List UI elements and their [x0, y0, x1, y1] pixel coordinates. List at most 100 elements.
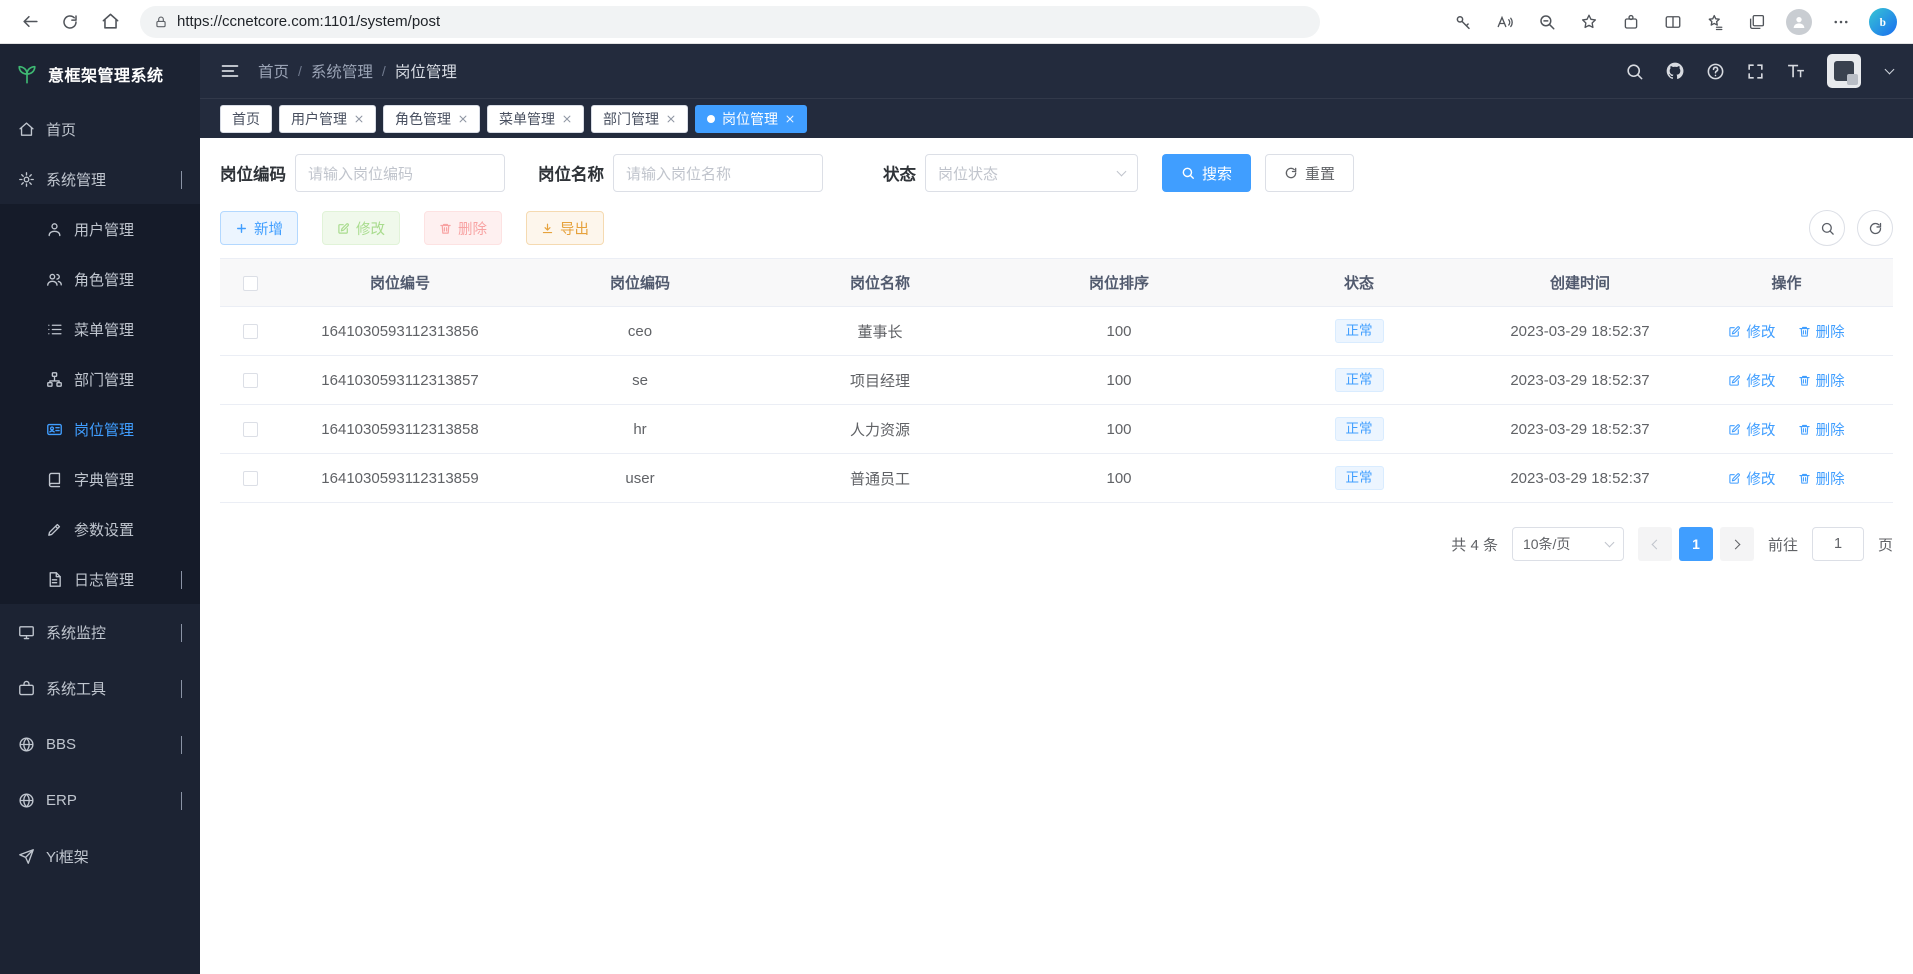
github-icon[interactable]: [1665, 61, 1685, 81]
sidebar-item-roles[interactable]: 角色管理: [0, 254, 200, 304]
search-icon[interactable]: [1625, 62, 1644, 81]
tab-home[interactable]: 首页: [220, 105, 272, 133]
app-title: 意框架管理系统: [48, 62, 164, 86]
row-delete-label: 删除: [1816, 370, 1845, 391]
export-button[interactable]: 导出: [526, 211, 604, 245]
page-size-select[interactable]: 10条/页: [1512, 527, 1624, 561]
book-icon: [46, 471, 63, 488]
sidebar-item-logs[interactable]: 日志管理: [0, 554, 200, 604]
post-name-label: 岗位名称: [538, 161, 604, 185]
row-delete-button[interactable]: 删除: [1798, 370, 1845, 391]
tab-close-icon[interactable]: [666, 114, 676, 124]
id-badge-icon: [46, 421, 63, 438]
column-post-sort: 岗位排序: [1000, 259, 1238, 307]
password-key-icon[interactable]: [1445, 5, 1481, 39]
address-bar[interactable]: https://ccnetcore.com:1101/system/post: [140, 6, 1320, 38]
browser-home-icon[interactable]: [92, 5, 128, 39]
table-row[interactable]: 1641030593112313859 user 普通员工 100 正常 202…: [220, 454, 1893, 503]
sidebar-item-menus[interactable]: 菜单管理: [0, 304, 200, 354]
tab-menus[interactable]: 菜单管理: [487, 105, 584, 133]
sidebar-item-monitor[interactable]: 系统监控: [0, 604, 200, 660]
sidebar-item-erp[interactable]: ERP: [0, 772, 200, 828]
row-checkbox[interactable]: [243, 324, 258, 339]
add-button[interactable]: 新增: [220, 211, 298, 245]
help-icon[interactable]: [1706, 62, 1725, 81]
breadcrumb-system[interactable]: 系统管理: [311, 60, 373, 82]
next-page-button[interactable]: [1720, 527, 1754, 561]
avatar-caret-icon[interactable]: [1885, 65, 1895, 75]
row-delete-label: 删除: [1816, 321, 1845, 342]
sidebar-label: 系统管理: [46, 169, 106, 190]
select-all-checkbox[interactable]: [243, 276, 258, 291]
page-button-1[interactable]: 1: [1679, 527, 1713, 561]
reset-button[interactable]: 重置: [1265, 154, 1354, 192]
row-checkbox[interactable]: [243, 373, 258, 388]
sidebar-item-depts[interactable]: 部门管理: [0, 354, 200, 404]
sidebar-item-system[interactable]: 系统管理: [0, 154, 200, 204]
row-delete-button[interactable]: 删除: [1798, 468, 1845, 489]
bing-copilot-icon[interactable]: b: [1865, 5, 1901, 39]
row-checkbox[interactable]: [243, 422, 258, 437]
edit-button[interactable]: 修改: [322, 211, 400, 245]
tab-close-icon[interactable]: [785, 114, 795, 124]
table-row[interactable]: 1641030593112313857 se 项目经理 100 正常 2023-…: [220, 356, 1893, 405]
table-row[interactable]: 1641030593112313858 hr 人力资源 100 正常 2023-…: [220, 405, 1893, 454]
row-edit-button[interactable]: 修改: [1728, 321, 1775, 342]
status-select[interactable]: 岗位状态: [925, 154, 1138, 192]
extensions-icon[interactable]: [1613, 5, 1649, 39]
sidebar-item-dicts[interactable]: 字典管理: [0, 454, 200, 504]
show-search-toggle-button[interactable]: [1809, 210, 1845, 246]
refresh-table-button[interactable]: [1857, 210, 1893, 246]
browser-refresh-icon[interactable]: [52, 5, 88, 39]
split-screen-icon[interactable]: [1655, 5, 1691, 39]
favorites-icon[interactable]: [1697, 5, 1733, 39]
tab-close-icon[interactable]: [562, 114, 572, 124]
goto-page-input[interactable]: [1812, 527, 1864, 561]
cell-post-code: user: [520, 454, 760, 503]
sidebar-item-home[interactable]: 首页: [0, 104, 200, 154]
prev-page-button[interactable]: [1638, 527, 1672, 561]
tab-depts[interactable]: 部门管理: [591, 105, 688, 133]
browser-back-icon[interactable]: [12, 5, 48, 39]
sidebar-item-bbs[interactable]: BBS: [0, 716, 200, 772]
search-button[interactable]: 搜索: [1162, 154, 1251, 192]
font-size-icon[interactable]: [1786, 61, 1806, 81]
breadcrumb-home[interactable]: 首页: [258, 60, 289, 82]
row-checkbox[interactable]: [243, 471, 258, 486]
sidebar-item-posts[interactable]: 岗位管理: [0, 404, 200, 454]
sidebar-item-params[interactable]: 参数设置: [0, 504, 200, 554]
row-edit-button[interactable]: 修改: [1728, 419, 1775, 440]
post-code-input[interactable]: 请输入岗位编码: [295, 154, 505, 192]
sidebar-item-users[interactable]: 用户管理: [0, 204, 200, 254]
tab-users[interactable]: 用户管理: [279, 105, 376, 133]
sidebar-item-tools[interactable]: 系统工具: [0, 660, 200, 716]
browser-settings-more-icon[interactable]: [1823, 5, 1859, 39]
tab-close-icon[interactable]: [354, 114, 364, 124]
table-row[interactable]: 1641030593112313856 ceo 董事长 100 正常 2023-…: [220, 307, 1893, 356]
status-badge: 正常: [1335, 417, 1384, 441]
tab-close-icon[interactable]: [458, 114, 468, 124]
browser-profile-avatar[interactable]: [1781, 5, 1817, 39]
collections-icon[interactable]: [1739, 5, 1775, 39]
fullscreen-icon[interactable]: [1746, 62, 1765, 81]
tab-label: 角色管理: [395, 109, 451, 129]
user-avatar[interactable]: [1827, 54, 1861, 88]
delete-button[interactable]: 删除: [424, 211, 502, 245]
refresh-icon: [1868, 221, 1883, 236]
tab-posts[interactable]: 岗位管理: [695, 105, 807, 133]
row-delete-button[interactable]: 删除: [1798, 321, 1845, 342]
post-name-input[interactable]: 请输入岗位名称: [613, 154, 823, 192]
edit-button-label: 修改: [356, 218, 385, 239]
read-aloud-icon[interactable]: [1487, 5, 1523, 39]
sidebar-item-yi[interactable]: Yi框架: [0, 828, 200, 884]
page-size-value: 10条/页: [1523, 534, 1570, 554]
row-delete-button[interactable]: 删除: [1798, 419, 1845, 440]
trash-icon: [1798, 374, 1811, 387]
tab-roles[interactable]: 角色管理: [383, 105, 480, 133]
sidebar-toggle-icon[interactable]: [220, 61, 240, 81]
zoom-icon[interactable]: [1529, 5, 1565, 39]
row-edit-button[interactable]: 修改: [1728, 370, 1775, 391]
row-edit-button[interactable]: 修改: [1728, 468, 1775, 489]
favorite-add-icon[interactable]: [1571, 5, 1607, 39]
toolbox-icon: [18, 680, 35, 697]
